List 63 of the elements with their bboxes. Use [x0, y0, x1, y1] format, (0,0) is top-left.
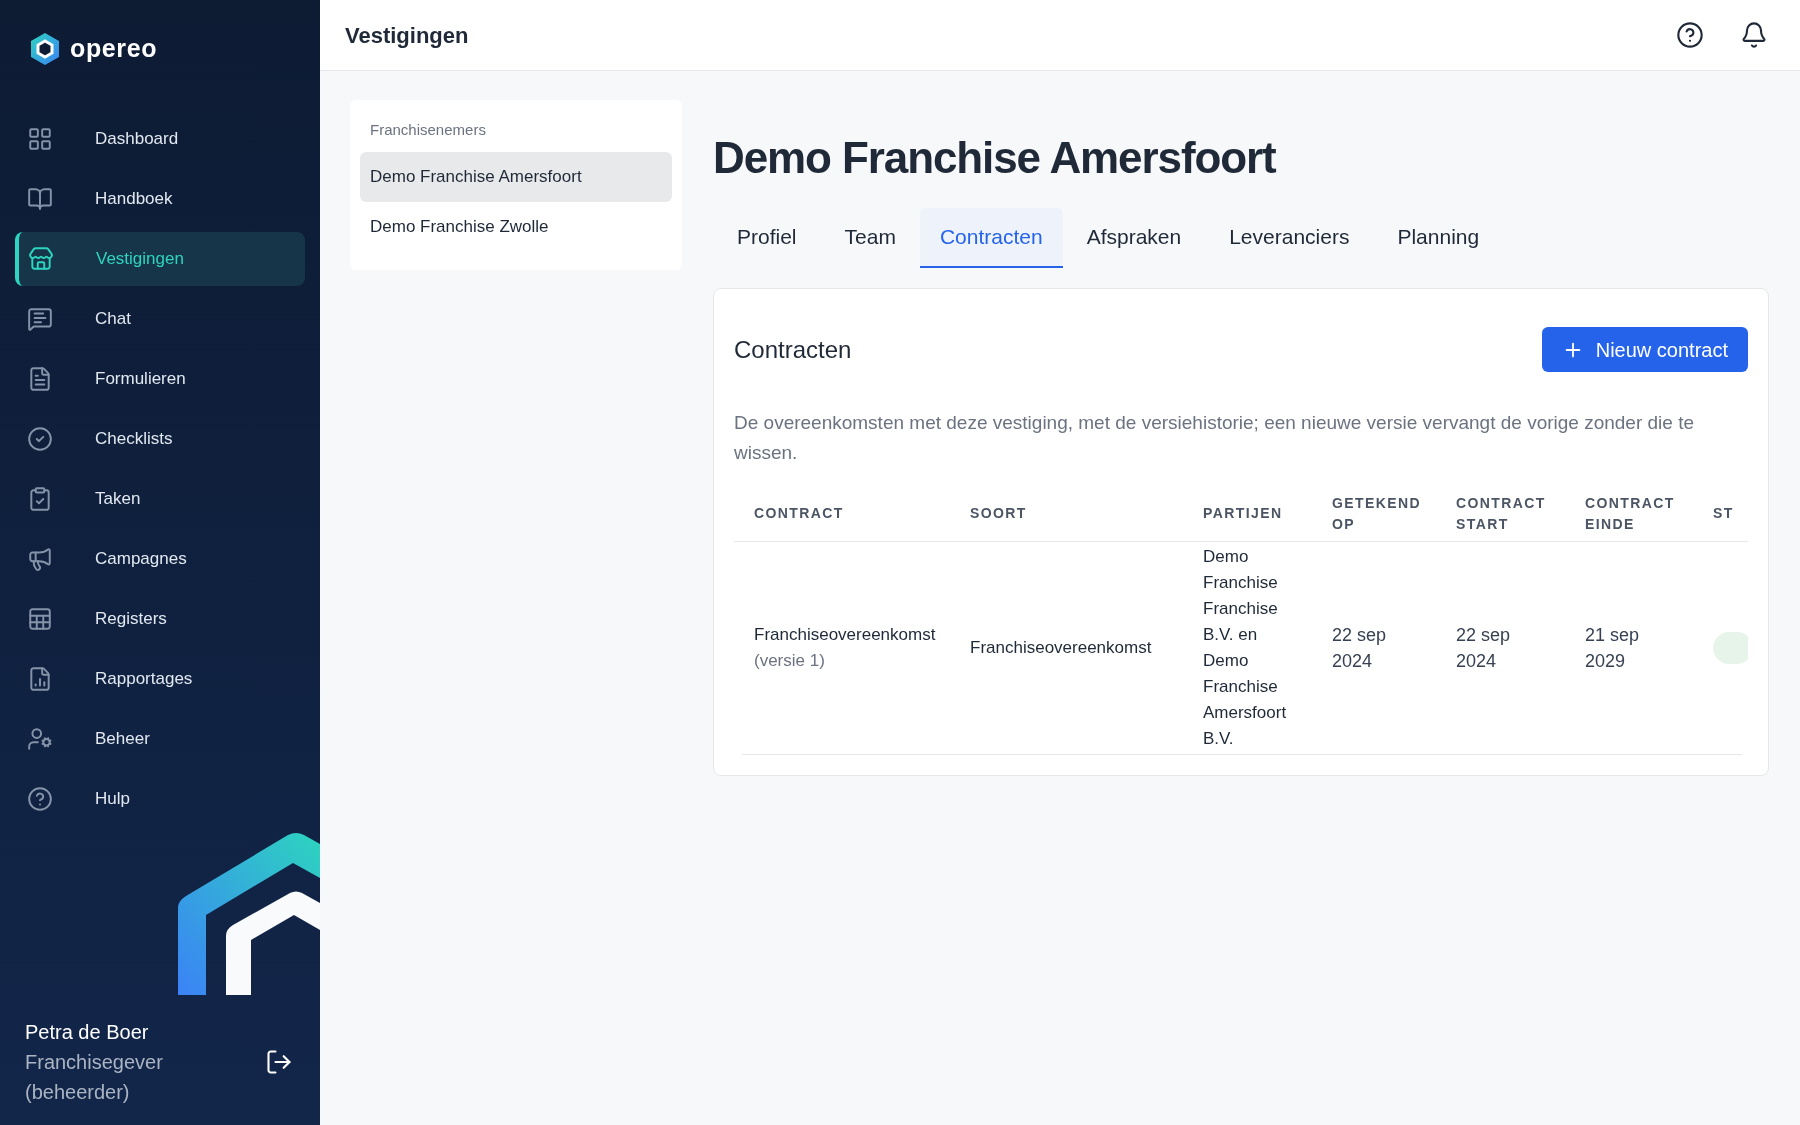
help-icon — [1676, 21, 1704, 49]
tab[interactable]: Afspraken — [1062, 208, 1206, 268]
report-icon — [27, 665, 53, 692]
tab[interactable]: Team — [820, 208, 920, 268]
column-header: GETEKEND OP — [1332, 493, 1422, 534]
notifications-button[interactable] — [1740, 21, 1768, 49]
tab[interactable]: Profiel — [713, 208, 821, 268]
bell-icon — [1740, 21, 1768, 49]
clipboard-check-icon — [27, 485, 53, 512]
tab[interactable]: Planning — [1373, 208, 1504, 268]
column-header: PARTIJEN — [1203, 504, 1284, 523]
franchisee-item[interactable]: Demo Franchise Zwolle — [360, 201, 672, 252]
column-header: ST — [1713, 504, 1735, 523]
nav-item[interactable]: Hulp — [15, 771, 305, 826]
logo-icon — [28, 30, 62, 67]
version-label: (versie 1) — [754, 650, 826, 672]
megaphone-icon — [27, 545, 53, 572]
nav-item[interactable]: Handboek — [15, 171, 305, 226]
logout-button[interactable] — [265, 1048, 293, 1076]
table-cell-text: Franchiseovereenkomst — [754, 624, 937, 646]
nav-item[interactable]: Beheer — [15, 711, 305, 766]
user-name: Petra de Boer — [25, 1020, 150, 1045]
check-circle-icon — [27, 425, 53, 452]
nav-item[interactable]: Formulieren — [15, 351, 305, 406]
store-icon — [28, 245, 54, 272]
table-cell-text: Franchiseovereenkomst — [970, 637, 1153, 660]
column-header: CONTRACT START — [1456, 493, 1547, 534]
status-badge — [1713, 632, 1748, 664]
nav-item[interactable]: Dashboard — [15, 111, 305, 166]
logout-icon — [265, 1048, 293, 1076]
nav-item[interactable]: Chat — [15, 291, 305, 346]
help-icon — [27, 785, 53, 812]
franchisee-item[interactable]: Demo Franchise Amersfoort — [360, 151, 672, 202]
column-header: CONTRACT EINDE — [1585, 493, 1676, 534]
tab[interactable]: Contracten — [919, 208, 1063, 268]
user-gear-icon — [27, 725, 53, 752]
page-title: Demo Franchise Amersfoort — [713, 132, 1277, 184]
table-cell-text: Demo Franchise Franchise B.V. en Demo Franchise Amersfoort B.V. — [1203, 546, 1288, 750]
book-icon — [27, 185, 53, 212]
table-cell-text: 21 sep 2029 — [1585, 624, 1641, 673]
header-title: Vestigingen — [345, 21, 469, 50]
document-icon — [27, 365, 53, 392]
column-header: CONTRACT — [754, 504, 845, 523]
table-cell-text: 22 sep 2024 — [1456, 624, 1512, 673]
brand-name: opereo — [70, 33, 158, 64]
table-icon — [27, 605, 53, 632]
user-role: Franchisegever (beheerder) — [25, 1050, 164, 1105]
nav-item[interactable]: Registers — [15, 591, 305, 646]
tab[interactable]: Leveranciers — [1205, 208, 1374, 268]
nav-item[interactable]: Checklists — [15, 411, 305, 466]
column-header: SOORT — [970, 504, 1028, 523]
nav-item[interactable]: Vestigingen — [15, 231, 305, 286]
help-button[interactable] — [1676, 21, 1704, 49]
panel-heading: Franchisenemers — [369, 120, 487, 140]
card-title: Contracten — [734, 334, 852, 365]
nav-item[interactable]: Taken — [15, 471, 305, 526]
nav-item[interactable]: Campagnes — [15, 531, 305, 586]
grid-icon — [27, 125, 53, 152]
card-description: De overeenkomsten met deze vestiging, met de versiehistorie; een nieuwe versie vervangt de vorige zonder die te wissen. — [734, 411, 1696, 465]
nav-item[interactable]: Rapportages — [15, 651, 305, 706]
new-contract-button[interactable]: Nieuw contract — [1541, 327, 1748, 372]
chat-icon — [27, 305, 53, 332]
table-cell-text: 22 sep 2024 — [1332, 624, 1388, 673]
